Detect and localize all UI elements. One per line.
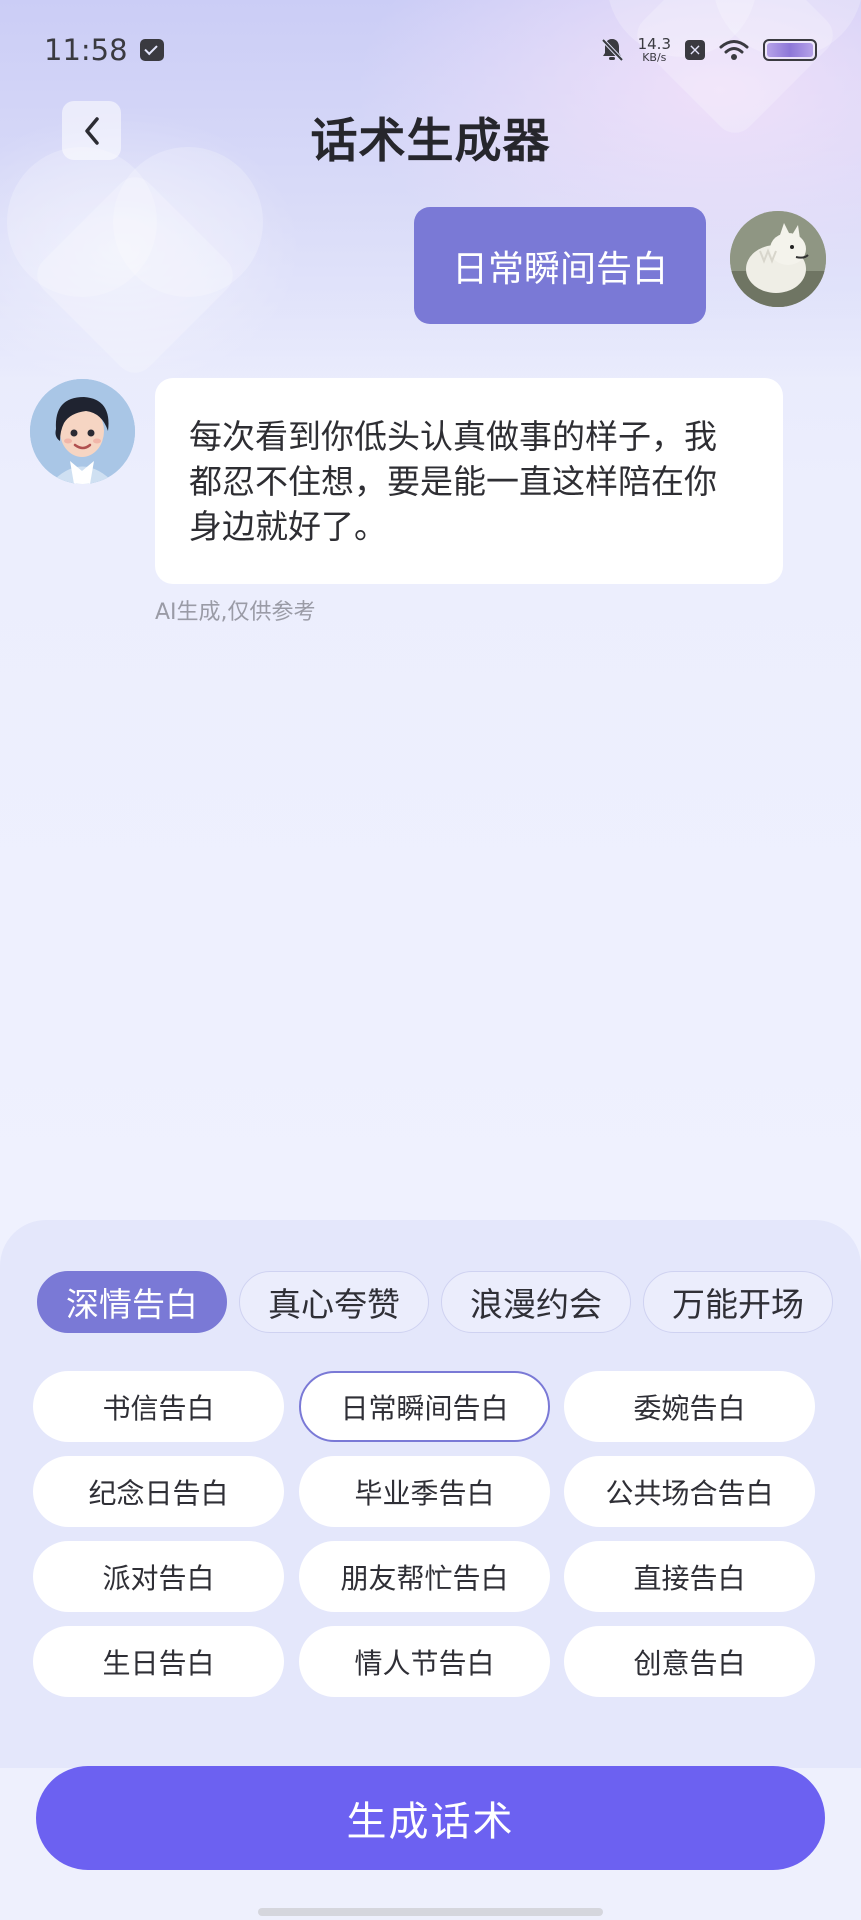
battery-icon — [763, 39, 817, 61]
home-indicator[interactable] — [258, 1908, 603, 1916]
cartoon-girl-avatar — [30, 379, 135, 484]
user-avatar[interactable] — [730, 211, 826, 307]
option-chip[interactable]: 纪念日告白 — [33, 1456, 284, 1527]
option-label: 创意告白 — [633, 1646, 746, 1680]
close-box-icon: × — [685, 40, 705, 60]
option-chip-selected[interactable]: 日常瞬间告白 — [299, 1371, 550, 1442]
user-message-bubble: 日常瞬间告白 — [414, 207, 706, 324]
bell-off-icon — [600, 37, 624, 63]
heart-decoration — [28, 168, 242, 380]
status-bar: 11:58 14.3 KB/s × — [0, 0, 861, 100]
tab-deep-confession[interactable]: 深情告白 — [37, 1271, 227, 1333]
tab-label: 真心夸赞 — [268, 1285, 400, 1324]
option-label: 情人节告白 — [354, 1646, 495, 1680]
generate-button[interactable]: 生成话术 — [36, 1766, 825, 1870]
tab-label: 深情告白 — [66, 1285, 198, 1324]
network-speed-unit: KB/s — [642, 51, 667, 64]
option-chip[interactable]: 情人节告白 — [299, 1626, 550, 1697]
message-icon — [139, 39, 164, 61]
option-chip[interactable]: 派对告白 — [33, 1541, 284, 1612]
wifi-icon — [719, 39, 749, 61]
option-label: 委婉告白 — [633, 1391, 746, 1425]
ai-disclaimer: AI生成,仅供参考 — [155, 600, 316, 625]
battery-level — [767, 43, 813, 57]
option-chip[interactable]: 朋友帮忙告白 — [299, 1541, 550, 1612]
option-chip[interactable]: 书信告白 — [33, 1371, 284, 1442]
option-chip[interactable]: 生日告白 — [33, 1626, 284, 1697]
tab-sincere-praise[interactable]: 真心夸赞 — [239, 1271, 429, 1333]
option-label: 毕业季告白 — [354, 1476, 495, 1510]
option-chip[interactable]: 直接告白 — [564, 1541, 815, 1612]
option-label: 朋友帮忙告白 — [340, 1561, 509, 1595]
option-chip[interactable]: 委婉告白 — [564, 1371, 815, 1442]
option-label: 日常瞬间告白 — [340, 1391, 509, 1425]
option-chip[interactable]: 毕业季告白 — [299, 1456, 550, 1527]
generate-button-label: 生成话术 — [346, 1799, 515, 1845]
user-message-text: 日常瞬间告白 — [451, 248, 668, 290]
network-speed: 14.3 KB/s — [637, 35, 671, 64]
tab-universal-opener[interactable]: 万能开场 — [643, 1271, 833, 1333]
status-icons: 14.3 KB/s × — [600, 37, 817, 63]
option-label: 派对告白 — [102, 1561, 215, 1595]
tab-label: 万能开场 — [672, 1285, 804, 1324]
option-chip[interactable]: 创意告白 — [564, 1626, 815, 1697]
status-time: 11:58 — [44, 33, 128, 67]
network-speed-value: 14.3 — [637, 35, 671, 53]
option-label: 生日告白 — [102, 1646, 215, 1680]
tab-label: 浪漫约会 — [470, 1285, 602, 1324]
option-chip[interactable]: 公共场合告白 — [564, 1456, 815, 1527]
dog-avatar-image — [730, 211, 826, 307]
page-title: 话术生成器 — [310, 114, 551, 169]
assistant-message-bubble: 每次看到你低头认真做事的样子，我都忍不住想，要是能一直这样陪在你身边就好了。 — [155, 378, 783, 584]
tab-romantic-date[interactable]: 浪漫约会 — [441, 1271, 631, 1333]
assistant-message-text: 每次看到你低头认真做事的样子，我都忍不住想，要是能一直这样陪在你身边就好了。 — [189, 417, 717, 546]
option-label: 书信告白 — [102, 1391, 215, 1425]
option-label: 纪念日告白 — [88, 1476, 229, 1510]
option-label: 直接告白 — [633, 1561, 746, 1595]
assistant-avatar — [30, 379, 135, 484]
option-label: 公共场合告白 — [605, 1476, 774, 1510]
